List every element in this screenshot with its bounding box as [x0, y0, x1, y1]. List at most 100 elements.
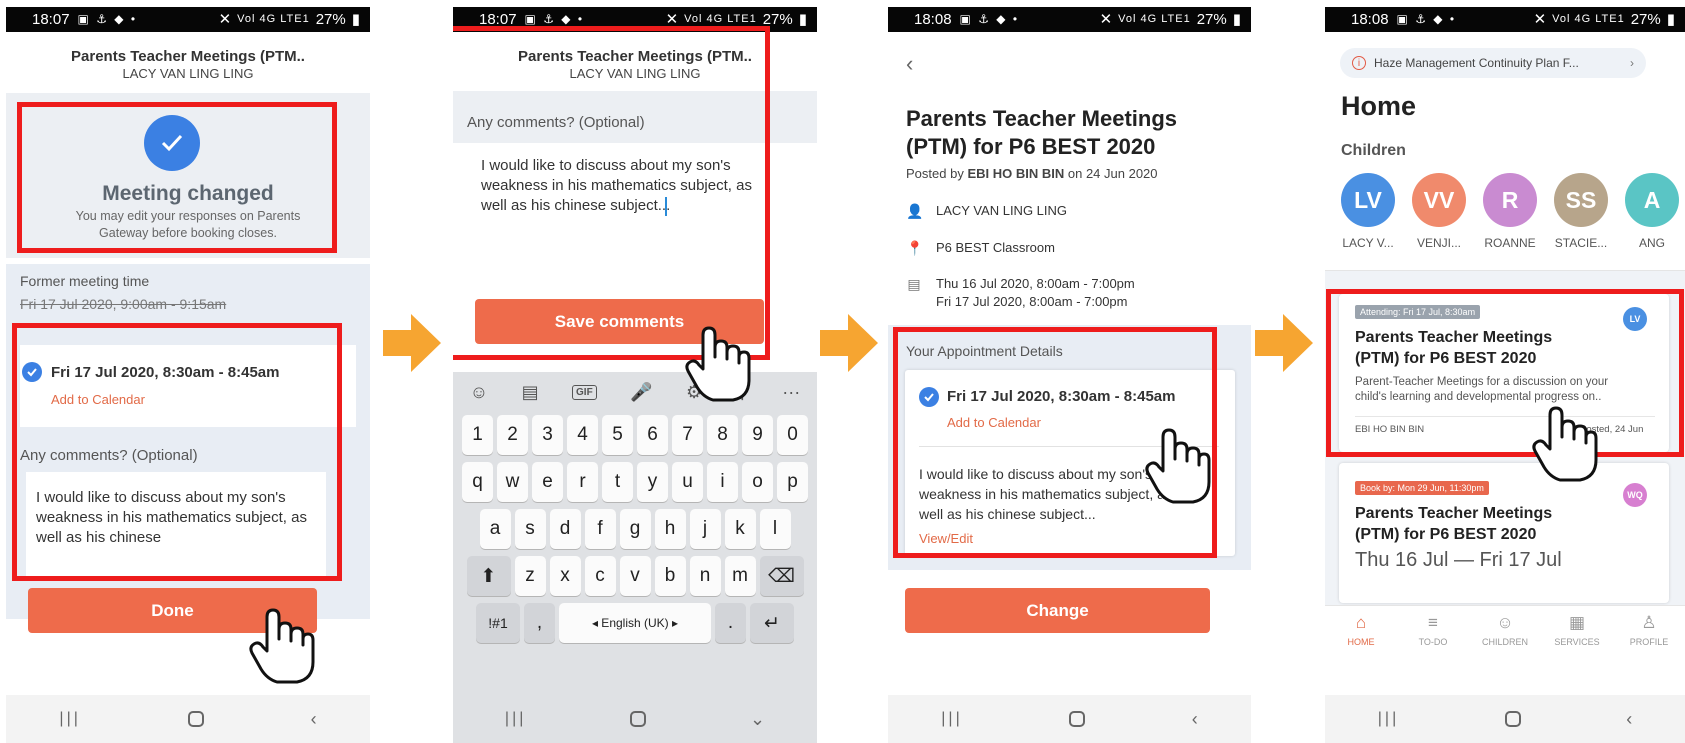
key-x[interactable]: x	[549, 556, 581, 596]
key-4[interactable]: 4	[567, 415, 598, 455]
home-button[interactable]	[1069, 711, 1086, 727]
key-i[interactable]: i	[707, 462, 738, 502]
key-e[interactable]: e	[532, 462, 563, 502]
key-l[interactable]: l	[759, 509, 791, 549]
microphone-icon[interactable]: 🎤	[630, 382, 652, 403]
key-3[interactable]: 3	[532, 415, 563, 455]
key-w[interactable]: w	[497, 462, 528, 502]
key-k[interactable]: k	[724, 509, 756, 549]
comma-key[interactable]: ,	[524, 603, 555, 643]
key-b[interactable]: b	[654, 556, 686, 596]
hide-keyboard-icon[interactable]: ⌄	[750, 709, 765, 730]
key-u[interactable]: u	[672, 462, 703, 502]
recent-apps-button[interactable]: |||	[1378, 710, 1399, 728]
banner-title: Meeting changed	[102, 182, 274, 205]
symbols-key[interactable]: !#1	[476, 603, 520, 643]
shift-key[interactable]: ⬆	[466, 556, 511, 596]
back-button[interactable]: ‹	[1626, 709, 1632, 730]
home-button[interactable]	[1504, 711, 1521, 727]
card-title-line: (PTM) for P6 BEST 2020	[1355, 526, 1537, 543]
key-m[interactable]: m	[724, 556, 756, 596]
emoji-icon[interactable]: ☺	[470, 382, 488, 403]
tab-to-do[interactable]: ≡ TO-DO	[1400, 606, 1466, 655]
change-button[interactable]: Change	[905, 588, 1210, 633]
location-pin-icon: 📍	[906, 240, 924, 256]
tab-services[interactable]: ▦ SERVICES	[1544, 606, 1610, 655]
key-y[interactable]: y	[637, 462, 668, 502]
key-f[interactable]: f	[584, 509, 616, 549]
mute-icon: ✕	[218, 11, 232, 28]
key-h[interactable]: h	[654, 509, 686, 549]
alert-banner[interactable]: i Haze Management Continuity Plan F... ›	[1340, 48, 1646, 78]
key-6[interactable]: 6	[637, 415, 668, 455]
back-chevron-icon[interactable]: ‹	[906, 51, 913, 77]
key-s[interactable]: s	[514, 509, 546, 549]
child-avatar[interactable]: R	[1483, 173, 1537, 227]
key-n[interactable]: n	[689, 556, 721, 596]
battery-icon: ▮	[1232, 11, 1241, 28]
key-q[interactable]: q	[462, 462, 493, 502]
title-line: Parents Teacher Meetings	[906, 106, 1178, 131]
backspace-key[interactable]: ⌫	[759, 556, 804, 596]
key-9[interactable]: 9	[742, 415, 773, 455]
view-edit-link[interactable]: View/Edit	[919, 531, 973, 546]
key-c[interactable]: c	[584, 556, 616, 596]
gif-icon[interactable]: GIF	[572, 384, 597, 400]
home-button[interactable]	[630, 711, 647, 727]
key-o[interactable]: o	[742, 462, 773, 502]
calendar-icon: ▤	[907, 276, 921, 292]
period-key[interactable]: .	[715, 603, 746, 643]
child-avatar[interactable]: SS	[1554, 173, 1608, 227]
child-name: ROANNE	[1484, 236, 1536, 250]
comment-line: well as his chinese subject...	[919, 506, 1096, 522]
back-button[interactable]: ‹	[311, 709, 317, 730]
recent-apps-button[interactable]: |||	[505, 710, 526, 728]
info-icon: i	[1352, 56, 1366, 70]
add-to-calendar-link[interactable]: Add to Calendar	[51, 392, 145, 407]
back-button[interactable]: ‹	[1192, 709, 1198, 730]
arrow-right-icon	[1255, 314, 1313, 372]
pointer-hand-icon	[685, 326, 751, 402]
child-avatar[interactable]: LV	[1341, 173, 1395, 227]
add-to-calendar-link[interactable]: Add to Calendar	[947, 415, 1041, 430]
date-row: ▤ Thu 16 Jul 2020, 8:00am - 7:00pm Fri 1…	[906, 276, 1134, 309]
key-p[interactable]: p	[777, 462, 808, 502]
key-8[interactable]: 8	[707, 415, 738, 455]
key-r[interactable]: r	[567, 462, 598, 502]
page-subtitle: LACY VAN LING LING	[122, 66, 254, 81]
mute-icon: ✕	[1533, 11, 1547, 28]
child-avatar[interactable]: A	[1625, 173, 1679, 227]
key-5[interactable]: 5	[602, 415, 633, 455]
enter-key[interactable]: ↵	[750, 603, 794, 643]
home-button[interactable]	[187, 711, 204, 727]
key-z[interactable]: z	[514, 556, 546, 596]
comment-line[interactable]: weakness in his mathematics subject, as	[481, 176, 752, 196]
key-7[interactable]: 7	[672, 415, 703, 455]
recent-apps-button[interactable]: |||	[941, 710, 962, 728]
key-0[interactable]: 0	[777, 415, 808, 455]
comment-line[interactable]: well as his chinese subject...	[481, 196, 670, 216]
system-nav-bar: ||| ‹	[1325, 695, 1685, 743]
key-2[interactable]: 2	[497, 415, 528, 455]
person-icon: ♙	[1641, 613, 1657, 632]
child-avatar[interactable]: VV	[1412, 173, 1466, 227]
sticker-icon[interactable]: ▤	[522, 382, 539, 403]
key-t[interactable]: t	[602, 462, 633, 502]
key-v[interactable]: v	[619, 556, 651, 596]
status-bar: 18:08 ▣ ⚓ ◆ • ✕ Vol 4G LTE1 27% ▮	[1325, 7, 1685, 32]
battery-level: 27%	[315, 11, 346, 28]
key-j[interactable]: j	[689, 509, 721, 549]
selected-check-icon	[22, 362, 42, 382]
comment-line[interactable]: I would like to discuss about my son's	[481, 156, 731, 176]
key-a[interactable]: a	[479, 509, 511, 549]
key-1[interactable]: 1	[462, 415, 493, 455]
more-icon[interactable]: ···	[782, 382, 800, 403]
space-key[interactable]: ◂ English (UK) ▸	[559, 603, 711, 643]
tab-home[interactable]: ⌂ HOME	[1328, 606, 1394, 655]
key-g[interactable]: g	[619, 509, 651, 549]
page-title: Parents Teacher Meetings (PTM..	[71, 48, 305, 65]
key-d[interactable]: d	[549, 509, 581, 549]
tab-children[interactable]: ☺ CHILDREN	[1472, 606, 1538, 655]
tab-profile[interactable]: ♙ PROFILE	[1616, 606, 1682, 655]
recent-apps-button[interactable]: |||	[59, 710, 80, 728]
